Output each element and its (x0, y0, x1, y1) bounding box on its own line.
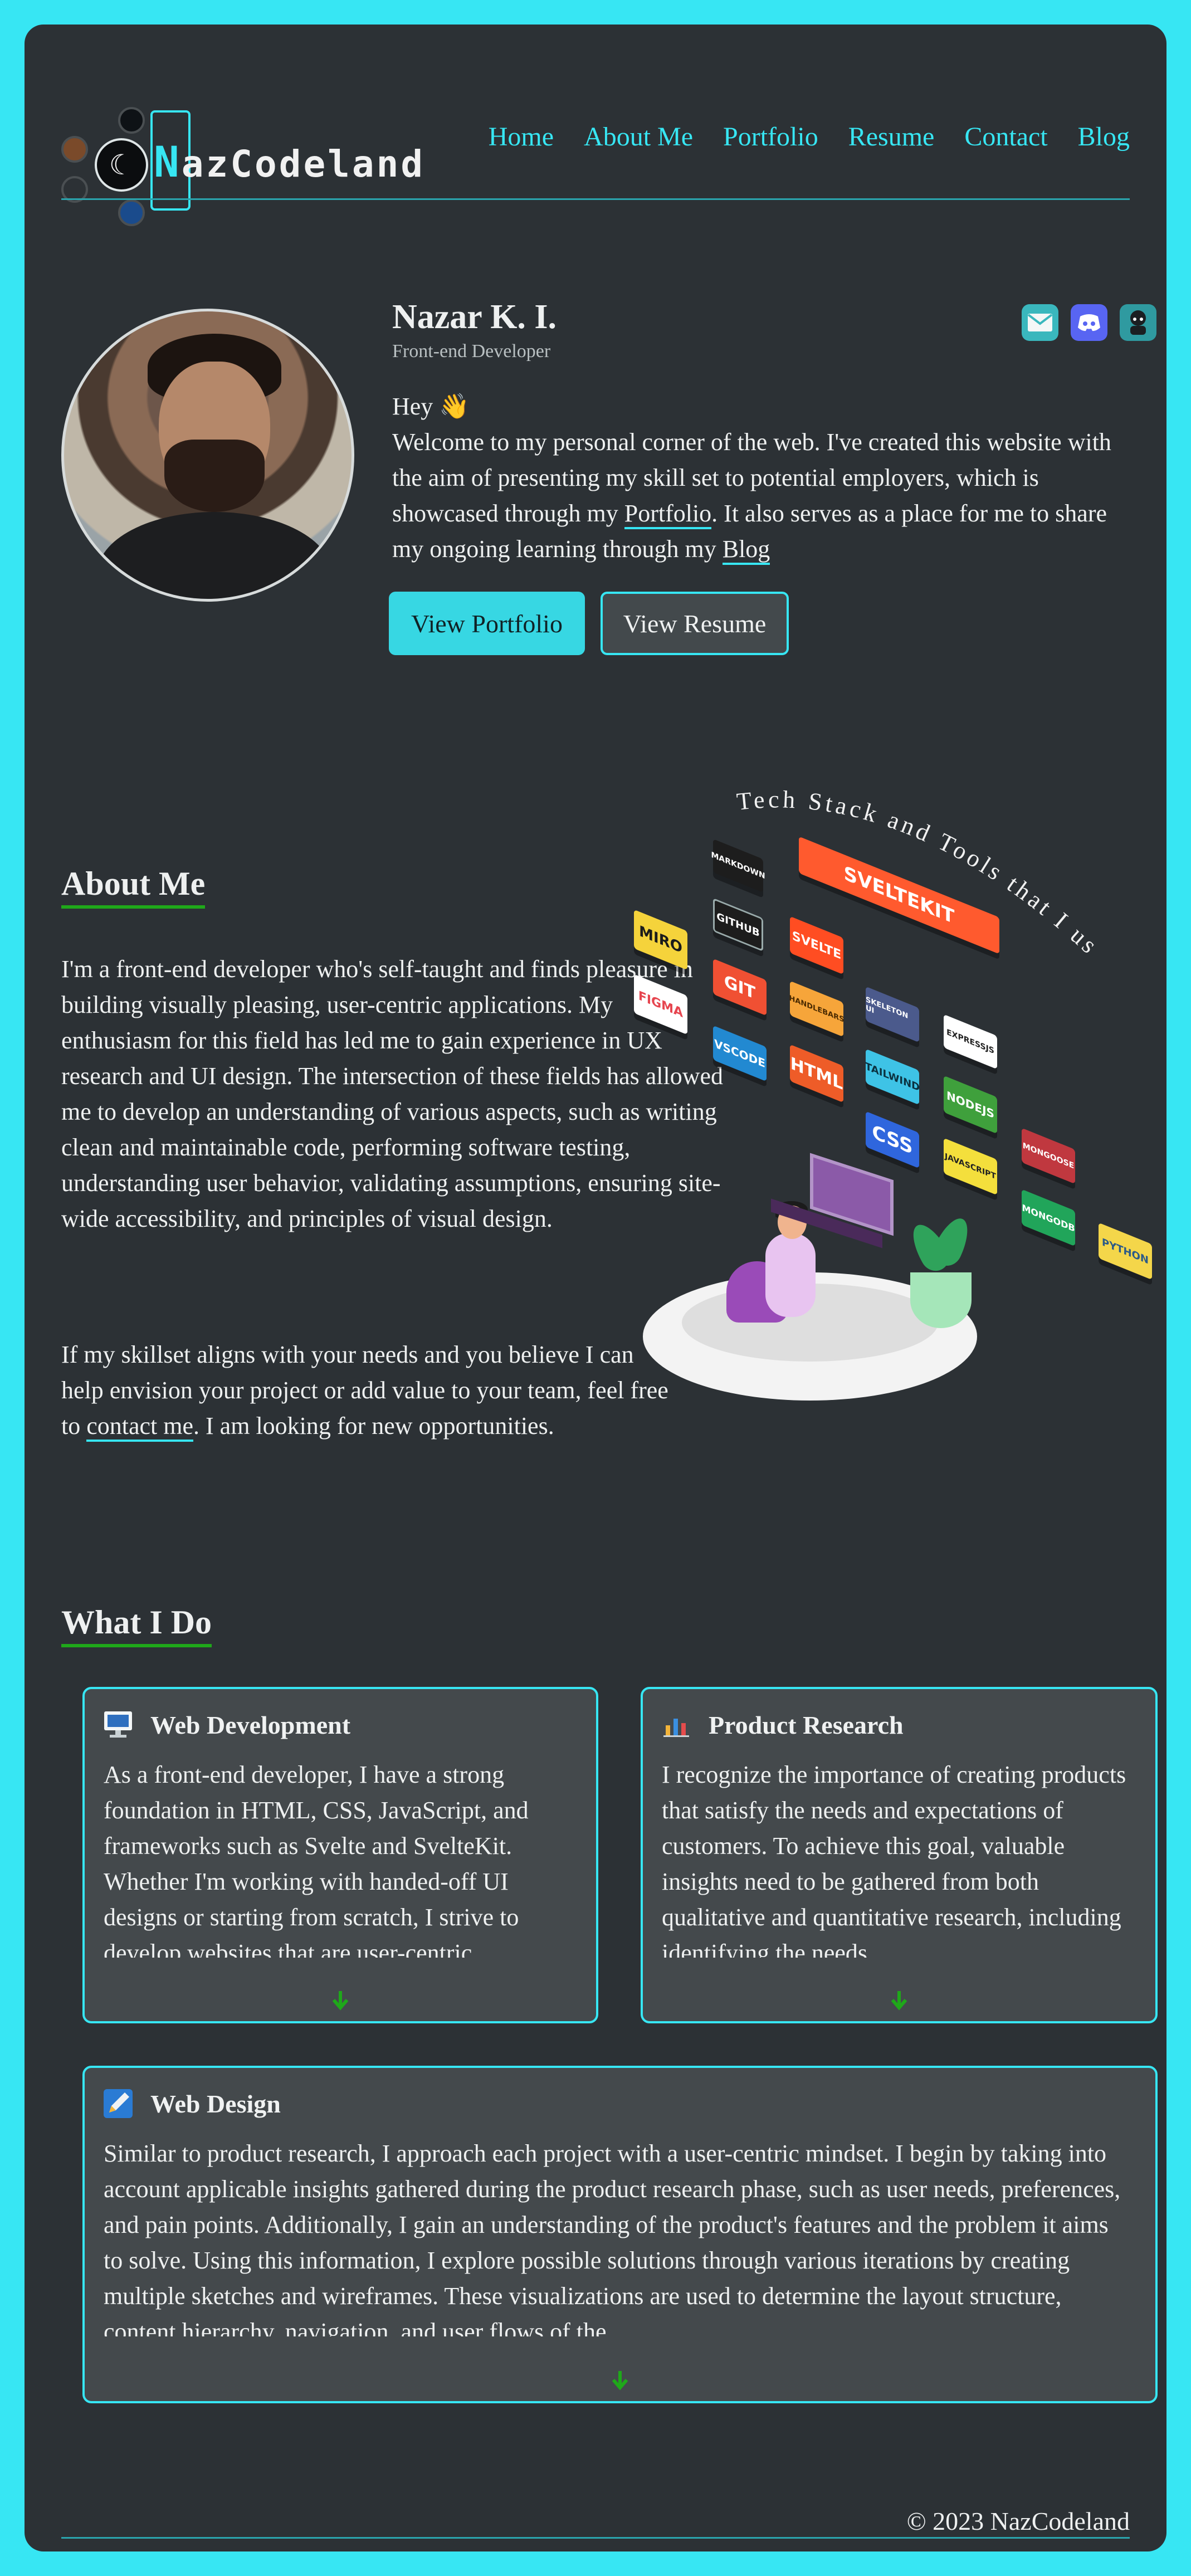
view-resume-button[interactable]: View Resume (601, 592, 789, 655)
card-web-design[interactable]: Web Design Similar to product research, … (82, 2066, 1158, 2403)
nav-blog[interactable]: Blog (1078, 121, 1130, 152)
brand-rest: azCodeland (181, 143, 426, 186)
card-header: Product Research (661, 1709, 904, 1740)
github-icon[interactable] (1120, 304, 1156, 341)
nav-about-me[interactable]: About Me (584, 121, 693, 152)
hero-greeting: Hey 👋 (392, 393, 470, 420)
illustration-plant-pot (910, 1272, 972, 1328)
hero-intro-text: Welcome to my personal corner of the web… (392, 425, 1133, 567)
tool-vscode: VSCODE (713, 1025, 767, 1082)
chart-icon (661, 1709, 692, 1740)
photo-beard (164, 440, 265, 512)
portfolio-link[interactable]: Portfolio (624, 500, 712, 529)
hero-name: Nazar K. I. (392, 298, 557, 336)
expand-arrow-icon[interactable] (888, 1989, 910, 2011)
tool-mongoose: MONGOOSE (1022, 1128, 1075, 1184)
what-i-do-title: What I Do (61, 1604, 212, 1647)
page-frame: ☾ NazCodeland Home About Me Portfolio Re… (25, 25, 1166, 2551)
logo-dot (61, 136, 88, 163)
card-header: Web Design (102, 2088, 281, 2119)
logo-dot (118, 199, 145, 226)
card-body: As a front-end developer, I have a stron… (104, 1761, 529, 1958)
about-p2-after: . I am looking for new opportunities. (193, 1412, 554, 1440)
contact-me-link[interactable]: contact me (86, 1412, 194, 1442)
header-divider (61, 198, 1130, 200)
card-web-development[interactable]: Web Development As a front-end developer… (82, 1687, 598, 2023)
tool-nodejs: NODEJS (944, 1075, 997, 1134)
nav-portfolio[interactable]: Portfolio (723, 121, 818, 152)
nav-contact[interactable]: Contact (964, 121, 1047, 152)
brand-name: NazCodeland (154, 137, 425, 187)
nav-home[interactable]: Home (489, 121, 554, 152)
logo-dot (118, 107, 145, 134)
tool-javascript: JAVASCRIPT (944, 1138, 997, 1196)
monitor-icon (102, 1709, 134, 1740)
hero-intro: Hey 👋 Welcome to my personal corner of t… (392, 389, 1133, 567)
email-icon[interactable] (1022, 304, 1058, 341)
moon-icon: ☾ (95, 138, 148, 192)
card-title: Product Research (709, 1710, 904, 1739)
tool-expressjs: EXPRESSJS (944, 1014, 997, 1070)
blog-link[interactable]: Blog (722, 535, 770, 565)
illustration-person (765, 1233, 816, 1317)
tool-tailwind: TAILWIND (865, 1048, 920, 1105)
tech-stack-illustration: Tech Stack and Tools that I use MARKDOWN… (598, 777, 1155, 1417)
tool-python: PYTHON (1099, 1222, 1152, 1280)
about-paragraph-2: If my skillset aligns with your needs an… (61, 1337, 674, 1444)
nav-resume[interactable]: Resume (848, 121, 935, 152)
footer-copyright: © 2023 NazCodeland (906, 2507, 1130, 2535)
tool-css: CSS (866, 1111, 919, 1169)
about-title: About Me (61, 865, 206, 909)
expand-arrow-icon[interactable] (329, 1989, 352, 2011)
profile-photo (61, 309, 354, 602)
social-links (1022, 304, 1156, 341)
site-logo[interactable]: ☾ NazCodeland (61, 82, 451, 226)
card-title: Web Design (150, 2089, 281, 2118)
main-nav: Home About Me Portfolio Resume Contact B… (489, 121, 1130, 152)
pen-icon (102, 2088, 134, 2119)
footer-divider (61, 2537, 1130, 2539)
card-title: Web Development (150, 1710, 351, 1739)
tool-mongodb: MONGODB (1022, 1189, 1075, 1247)
discord-icon[interactable] (1071, 304, 1107, 341)
card-body: I recognize the importance of creating p… (662, 1761, 1126, 1958)
card-product-research[interactable]: Product Research I recognize the importa… (641, 1687, 1158, 2023)
brand-initial: N (154, 137, 182, 187)
hero-role: Front-end Developer (392, 341, 551, 362)
photo-shirt (97, 512, 331, 599)
card-header: Web Development (102, 1709, 350, 1740)
expand-arrow-icon[interactable] (609, 2369, 631, 2391)
tool-html: HTML (790, 1044, 843, 1103)
site-header: ☾ NazCodeland Home About Me Portfolio Re… (61, 60, 1130, 226)
view-portfolio-button[interactable]: View Portfolio (389, 592, 585, 655)
card-body: Similar to product research, I approach … (104, 2140, 1121, 2336)
